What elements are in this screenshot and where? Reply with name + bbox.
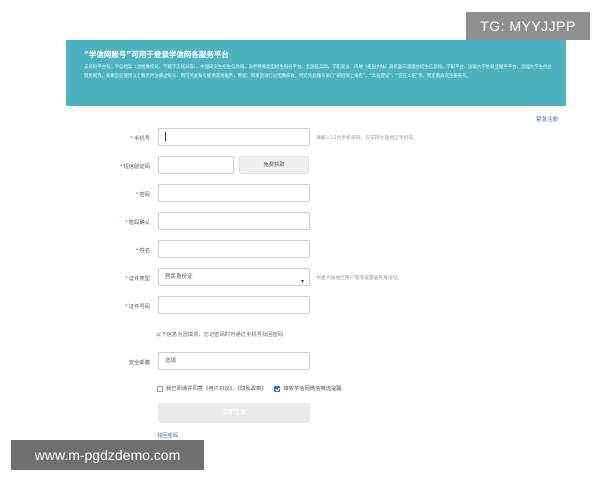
- email-label: 安全邮箱: [128, 360, 150, 366]
- banner-title: “学信网账号”可用于登录学信网各服务平台: [84, 50, 229, 59]
- phone-hint: 请输入11位手机号码，仅支持大陆地区手机号。: [316, 136, 419, 141]
- chevron-down-icon: ▾: [300, 278, 304, 285]
- id-type-select[interactable]: 居民身份证 ▾: [158, 268, 310, 286]
- id-number-label: *证件号码: [125, 304, 150, 310]
- name-label: *姓名: [135, 248, 150, 254]
- header-link[interactable]: 紧急注册: [536, 115, 558, 123]
- phone-label: *手机号: [130, 136, 150, 142]
- banner-description: 支持的平台有：学信档案（含图像校对、学籍学历核对等）、中国研究生招生信息网、高考…: [84, 65, 552, 79]
- agreement-row: 我已阅读并同意《用户协议》、《隐私政策》 接收学信网微信推送提醒: [157, 384, 342, 392]
- receive-checkbox[interactable]: [274, 385, 281, 392]
- id-type-label: *证件类型: [125, 276, 150, 282]
- url-watermark: www.m-pgdzdemo.com: [11, 440, 204, 470]
- find-password-link[interactable]: 找回密码: [157, 431, 178, 439]
- password-confirm-label: *密码确认: [125, 220, 150, 226]
- id-type-hint: 中国大陆地区用户需持设置居民身份证。: [316, 276, 403, 281]
- name-input[interactable]: [158, 240, 310, 258]
- id-number-row: *证件号码: [66, 296, 566, 316]
- id-type-selected: 居民身份证: [165, 274, 193, 280]
- registration-page: “学信网账号”可用于登录学信网各服务平台 支持的平台有：学信档案（含图像校对、学…: [66, 40, 566, 440]
- optional-note: 以下信息为选填项，忘记密码时可通过手机号找回密码: [156, 332, 284, 338]
- id-type-row: *证件类型 居民身份证 ▾ 中国大陆地区用户需持设置居民身份证。: [66, 268, 566, 288]
- text-cursor: [165, 132, 166, 141]
- sms-code-input[interactable]: [158, 156, 234, 174]
- telegram-watermark: TG: MYYJJPP: [466, 12, 590, 40]
- info-banner: “学信网账号”可用于登录学信网各服务平台 支持的平台有：学信档案（含图像校对、学…: [66, 40, 566, 106]
- sms-code-label: *短信验证码: [119, 164, 150, 170]
- agree-text[interactable]: 我已阅读并同意《用户协议》、《隐私政策》: [166, 386, 267, 392]
- phone-row: *手机号 请输入11位手机号码，仅支持大陆地区手机号。: [66, 128, 566, 148]
- phone-input[interactable]: [158, 128, 310, 146]
- sms-code-row: *短信验证码 免费获取: [66, 156, 566, 176]
- password-confirm-row: *密码确认: [66, 212, 566, 232]
- register-button[interactable]: 立即注册: [158, 403, 310, 423]
- name-row: *姓名: [66, 240, 566, 260]
- agree-checkbox[interactable]: [157, 385, 163, 392]
- password-confirm-input[interactable]: [158, 212, 310, 230]
- password-input[interactable]: [158, 184, 310, 202]
- id-number-input[interactable]: [158, 296, 310, 314]
- password-row: *密码: [66, 184, 566, 204]
- email-row: 安全邮箱 选填: [66, 352, 566, 372]
- password-label: *密码: [135, 192, 150, 198]
- email-input[interactable]: 选填: [158, 352, 310, 370]
- get-code-button[interactable]: 免费获取: [239, 156, 309, 174]
- receive-text: 接收学信网微信推送提醒: [283, 386, 342, 392]
